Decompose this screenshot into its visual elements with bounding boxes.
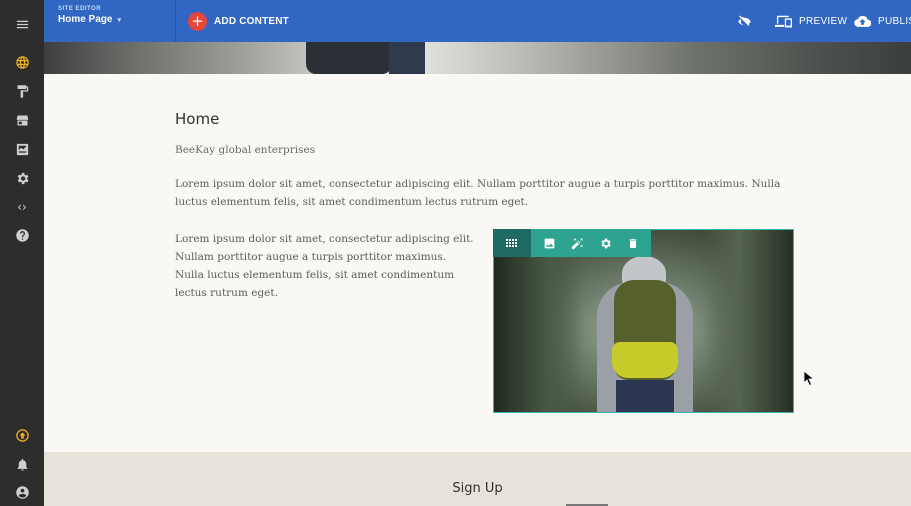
page-canvas: Home BeeKay global enterprises Lorem ips…: [44, 42, 911, 506]
paint-roller-icon[interactable]: [0, 77, 44, 105]
image-backpack-bottom: [612, 342, 678, 378]
paragraph-text[interactable]: Lorem ipsum dolor sit amet, consectetur …: [175, 175, 795, 211]
gear-icon[interactable]: [591, 229, 619, 257]
add-content-label: ADD CONTENT: [214, 15, 289, 27]
devices-icon: [775, 15, 792, 28]
publish-label: PUBLISH: [878, 15, 911, 27]
add-content-button[interactable]: + ADD CONTENT: [188, 11, 289, 31]
paragraph-text-column[interactable]: Lorem ipsum dolor sit amet, consectetur …: [175, 230, 475, 302]
signup-title[interactable]: Sign Up: [44, 481, 911, 496]
drag-handle-icon[interactable]: [493, 229, 531, 257]
chevron-down-icon: ▾: [117, 17, 121, 24]
magic-wand-icon[interactable]: [563, 229, 591, 257]
trash-icon[interactable]: [619, 229, 647, 257]
preview-label: PREVIEW: [799, 15, 848, 27]
hero-image[interactable]: [44, 42, 911, 74]
upgrade-icon[interactable]: [0, 421, 44, 449]
code-icon[interactable]: ‹›: [0, 193, 44, 221]
topbar-divider: [175, 0, 176, 42]
left-rail: ‹›: [0, 0, 44, 506]
image-toolbar: [493, 229, 651, 257]
preview-button[interactable]: PREVIEW: [775, 12, 847, 30]
hero-figure-legs: [389, 42, 425, 74]
signup-section: [44, 452, 911, 506]
cloud-upload-icon: [854, 15, 871, 27]
plus-icon: +: [188, 11, 207, 31]
top-bar: SITE EDITOR Home Page ▾ + ADD CONTENT PRE…: [44, 0, 911, 42]
globe-icon[interactable]: [0, 48, 44, 76]
menu-icon[interactable]: [0, 10, 44, 38]
account-icon[interactable]: [0, 478, 44, 506]
page-selector[interactable]: SITE EDITOR Home Page ▾: [58, 6, 188, 25]
page-subtitle[interactable]: BeeKay global enterprises: [175, 144, 315, 156]
image-icon[interactable]: [535, 229, 563, 257]
help-icon[interactable]: [0, 221, 44, 249]
page-title[interactable]: Home: [175, 110, 219, 128]
publish-button[interactable]: PUBLISH: [854, 12, 911, 30]
image-trees-left: [494, 230, 584, 412]
image-trees-right: [703, 230, 793, 412]
site-editor-caption: SITE EDITOR: [58, 6, 102, 12]
image-hiker-legs: [616, 380, 674, 412]
image-tools: [531, 229, 651, 257]
bell-icon[interactable]: [0, 450, 44, 478]
hero-figure: [306, 42, 392, 74]
gear-icon[interactable]: [0, 164, 44, 192]
blog-icon[interactable]: [0, 135, 44, 163]
mouse-cursor-icon: [804, 371, 815, 387]
hide-icon[interactable]: [737, 12, 752, 30]
page-selector-label: Home Page: [58, 14, 113, 25]
store-icon[interactable]: [0, 106, 44, 134]
